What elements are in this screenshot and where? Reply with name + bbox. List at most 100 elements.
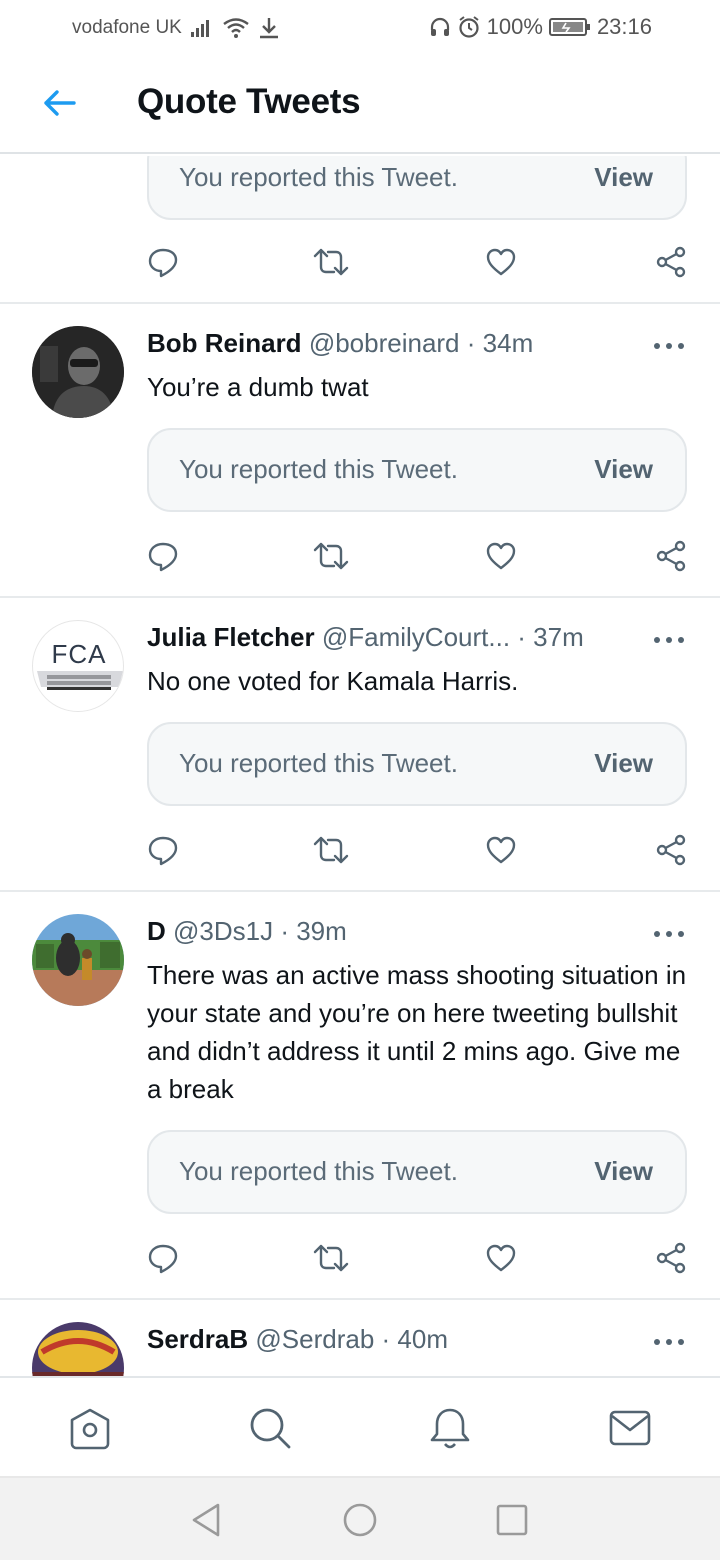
reply-button[interactable] bbox=[143, 536, 183, 576]
heart-icon bbox=[486, 1244, 516, 1272]
nav-notifications[interactable] bbox=[428, 1406, 472, 1450]
battery-percent: 100% bbox=[486, 14, 543, 39]
retweet-button[interactable] bbox=[311, 1238, 351, 1278]
nav-messages[interactable] bbox=[608, 1406, 652, 1450]
author-name[interactable]: D bbox=[147, 916, 166, 946]
tweet[interactable]: D @3Ds1J · 39m There was an active mass … bbox=[0, 892, 720, 1298]
nav-home[interactable] bbox=[68, 1406, 112, 1450]
share-button[interactable] bbox=[651, 242, 691, 282]
heart-icon bbox=[486, 542, 516, 570]
reply-button[interactable] bbox=[143, 830, 183, 870]
retweet-button[interactable] bbox=[311, 536, 351, 576]
retweet-button[interactable] bbox=[311, 242, 351, 282]
reported-tweet-card: You reported this Tweet. View bbox=[147, 428, 687, 512]
avatar[interactable] bbox=[32, 326, 124, 418]
view-button[interactable]: View bbox=[594, 1156, 653, 1187]
reported-tweet-card: You reported this Tweet. View bbox=[147, 1130, 687, 1214]
more-options-button[interactable] bbox=[654, 928, 684, 940]
bell-icon bbox=[430, 1408, 470, 1449]
comment-icon bbox=[148, 1244, 178, 1274]
tweet-actions bbox=[147, 830, 707, 870]
carrier-label: vodafone UK bbox=[72, 17, 182, 38]
tweet-time: · 40m bbox=[381, 1324, 448, 1354]
author-handle: @Serdrab bbox=[255, 1324, 375, 1354]
system-recents-button[interactable] bbox=[494, 1502, 530, 1538]
author-name[interactable]: Bob Reinard bbox=[147, 328, 302, 358]
share-icon bbox=[656, 540, 686, 572]
like-button[interactable] bbox=[481, 830, 521, 870]
like-button[interactable] bbox=[481, 536, 521, 576]
reported-tweet-card: You reported this Tweet. View bbox=[147, 722, 687, 806]
retweet-icon bbox=[313, 542, 349, 570]
alarm-icon bbox=[457, 15, 481, 39]
system-navigation-bar bbox=[0, 1476, 720, 1560]
heart-icon bbox=[486, 248, 516, 276]
tweet-header: SerdraB @Serdrab · 40m bbox=[147, 1324, 448, 1355]
tweet: You reported this Tweet. View bbox=[0, 156, 720, 304]
like-button[interactable] bbox=[481, 242, 521, 282]
avatar-logo-text: FCA bbox=[51, 639, 107, 669]
page-title: Quote Tweets bbox=[137, 82, 361, 121]
view-button[interactable]: View bbox=[594, 162, 653, 193]
author-name[interactable]: Julia Fletcher bbox=[147, 622, 315, 652]
tweet-time: · 37m bbox=[517, 622, 584, 652]
retweet-button[interactable] bbox=[311, 830, 351, 870]
more-options-button[interactable] bbox=[654, 634, 684, 646]
like-button[interactable] bbox=[481, 1238, 521, 1278]
author-name[interactable]: SerdraB bbox=[147, 1324, 248, 1354]
view-button[interactable]: View bbox=[594, 748, 653, 779]
search-icon bbox=[250, 1408, 291, 1449]
retweet-icon bbox=[313, 248, 349, 276]
home-icon bbox=[70, 1408, 110, 1450]
more-options-button[interactable] bbox=[654, 1336, 684, 1348]
heart-icon bbox=[486, 836, 516, 864]
status-bar: vodafone UK 100% 23:16 bbox=[0, 0, 720, 56]
avatar[interactable] bbox=[32, 1322, 124, 1376]
headphones-icon bbox=[429, 16, 451, 38]
download-icon bbox=[258, 16, 280, 40]
avatar[interactable]: FCA bbox=[32, 620, 124, 712]
bottom-navigation bbox=[0, 1376, 720, 1476]
comment-icon bbox=[148, 836, 178, 866]
avatar[interactable] bbox=[32, 914, 124, 1006]
share-icon bbox=[656, 246, 686, 278]
reply-button[interactable] bbox=[143, 1238, 183, 1278]
tweet[interactable]: FCA Julia Fletcher @FamilyCourt... · 37m… bbox=[0, 598, 720, 890]
tweet-header: Bob Reinard @bobreinard · 34m bbox=[147, 328, 533, 359]
back-button[interactable] bbox=[36, 80, 82, 126]
reported-notice: You reported this Tweet. bbox=[179, 748, 458, 778]
triangle-back-icon bbox=[192, 1503, 220, 1537]
reply-button[interactable] bbox=[143, 242, 183, 282]
back-arrow-icon bbox=[44, 90, 76, 116]
tweet-header: Julia Fletcher @FamilyCourt... · 37m bbox=[147, 622, 584, 653]
more-options-button[interactable] bbox=[654, 340, 684, 352]
square-recents-icon bbox=[496, 1504, 528, 1536]
nav-search[interactable] bbox=[248, 1406, 292, 1450]
share-button[interactable] bbox=[651, 536, 691, 576]
tweet[interactable]: Bob Reinard @bobreinard · 34m You’re a d… bbox=[0, 304, 720, 596]
mail-icon bbox=[609, 1410, 651, 1446]
reported-tweet-card: You reported this Tweet. View bbox=[147, 156, 687, 220]
comment-icon bbox=[148, 542, 178, 572]
tweet-actions bbox=[147, 536, 707, 576]
system-home-button[interactable] bbox=[342, 1502, 378, 1538]
circle-home-icon bbox=[343, 1503, 377, 1537]
author-handle: @3Ds1J bbox=[173, 916, 274, 946]
quote-tweets-feed[interactable]: You reported this Tweet. View Bob Reinar… bbox=[0, 156, 720, 1376]
tweet-time: · 34m bbox=[466, 328, 534, 358]
tweet-text: You’re a dumb twat bbox=[147, 372, 369, 402]
clock-time: 23:16 bbox=[596, 14, 652, 39]
battery-icon bbox=[548, 16, 591, 38]
author-handle: @FamilyCourt... bbox=[321, 622, 511, 652]
retweet-icon bbox=[313, 836, 349, 864]
view-button[interactable]: View bbox=[594, 454, 653, 485]
share-button[interactable] bbox=[651, 830, 691, 870]
reported-notice: You reported this Tweet. bbox=[179, 162, 458, 192]
share-button[interactable] bbox=[651, 1238, 691, 1278]
tweet[interactable]: SerdraB @Serdrab · 40m bbox=[0, 1300, 720, 1376]
reported-notice: You reported this Tweet. bbox=[179, 1156, 458, 1186]
system-back-button[interactable] bbox=[188, 1502, 224, 1538]
wifi-icon bbox=[222, 17, 250, 39]
tweet-actions bbox=[147, 1238, 707, 1278]
comment-icon bbox=[148, 248, 178, 278]
